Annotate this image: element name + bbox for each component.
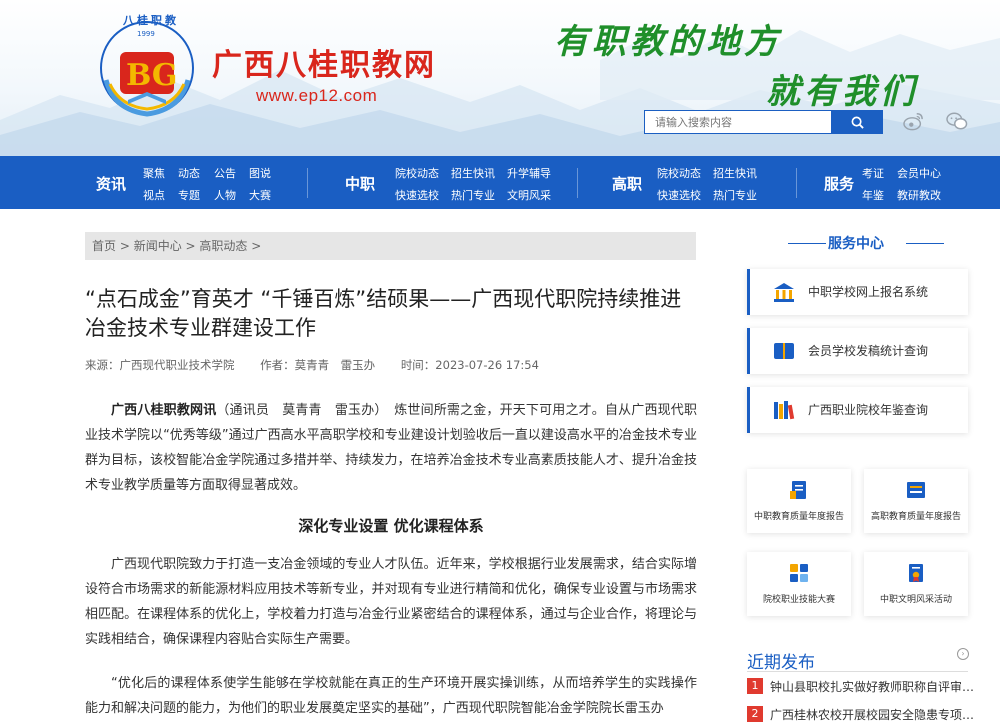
nav-link[interactable]: 图说 [249,165,271,181]
nav-category-secondary[interactable]: 中职 [345,173,375,194]
service-card-enrollment[interactable]: 中职学校网上报名系统 [747,269,968,315]
nav-link[interactable]: 年鉴 [862,187,884,203]
search-input[interactable] [644,110,832,134]
certificate-icon [909,564,923,582]
nav-link[interactable]: 人物 [214,187,236,203]
nav-link[interactable]: 招生快讯 [451,165,495,181]
nav-link[interactable]: 会员中心 [897,165,941,181]
nav-category-higher[interactable]: 高职 [612,173,642,194]
nav-link[interactable]: 教研教改 [897,187,941,203]
more-arrow-icon[interactable]: › [957,648,969,660]
breadcrumb-news-center[interactable]: 新闻中心 [134,239,182,253]
wechat-icon[interactable] [946,111,968,131]
breadcrumb-higher-news[interactable]: 高职动态 [199,239,247,253]
nav-link[interactable]: 专题 [178,187,200,203]
nav-link[interactable]: 招生快讯 [713,165,757,181]
service-label: 会员学校发稿统计查询 [808,344,929,358]
nav-category-news[interactable]: 资讯 [96,173,126,194]
report-icon [790,481,806,499]
lead-source: 广西八桂职教网讯 [111,403,217,418]
main-nav: 资讯 聚焦 动态 公告 图说 视点 专题 人物 大赛 中职 院校动态 招生快讯 … [0,156,1000,209]
nav-link[interactable]: 快速选校 [395,187,439,203]
tile-label: 院校职业技能大赛 [762,595,835,605]
breadcrumb-home[interactable]: 首页 [92,239,116,253]
breadcrumb: 首页 > 新闻中心 > 高职动态 > [85,232,696,260]
recent-list-item[interactable]: 2 广西桂林农校开展校园安全隐患专项排查工作 [747,705,987,723]
title-line [788,243,826,244]
article-paragraph: “优化后的课程体系使学生能够在学校就能在真正的生产环境开展实操训练，从而培养学生… [85,676,697,716]
article-authors: 作者：莫青青 雷玉办 [260,358,376,372]
recent-divider [747,671,968,672]
tile-label: 中职教育质量年度报告 [753,512,844,522]
recent-item-title[interactable]: 钟山县职校扎实做好教师职称自评审核工作 [770,678,982,695]
nav-link[interactable]: 升学辅导 [507,165,551,181]
books-icon [774,401,795,420]
service-label: 中职学校网上报名系统 [808,285,929,299]
tile-higher-quality-report[interactable]: 高职教育质量年度报告 [864,469,968,533]
search-icon [851,116,864,129]
service-card-article-stats[interactable]: 会员学校发稿统计查询 [747,328,968,374]
nav-link[interactable]: 文明风采 [507,187,551,203]
nav-link[interactable]: 热门专业 [713,187,757,203]
nav-separator [577,168,578,198]
recent-item-title[interactable]: 广西桂林农校开展校园安全隐患专项排查工作 [770,706,982,723]
nav-link[interactable]: 动态 [178,165,200,181]
nav-category-service[interactable]: 服务 [824,173,854,194]
site-url[interactable]: www.ep12.com [256,86,377,106]
tile-label: 高职教育质量年度报告 [870,512,961,522]
nav-separator [307,168,308,198]
nav-link[interactable]: 快速选校 [657,187,701,203]
apps-icon [790,564,808,582]
site-header: BG 八桂职教 1999 广西八桂职教网 www.ep12.com 有职教的地方… [0,0,1000,156]
article-meta: 来源：广西现代职业技术学院 作者：莫青青 雷玉办 时间：2023-07-26 1… [85,357,561,373]
service-card-yearbook[interactable]: 广西职业院校年鉴查询 [747,387,968,433]
nav-separator [796,168,797,198]
nav-link[interactable]: 大赛 [249,187,271,203]
article-title: “点石成金”育英才 “千锤百炼”结硕果——广西现代职院持续推进冶金技术专业群建设… [85,287,682,340]
article-source: 来源：广西现代职业技术学院 [85,358,235,372]
service-center-title: 服务中心 [828,236,884,252]
svg-text:BG: BG [126,58,178,93]
recent-rank: 1 [747,678,763,694]
logo-year: 1999 [137,30,155,38]
report-board-icon [907,482,925,498]
search-button[interactable] [832,110,883,134]
tile-civilization-activity[interactable]: 中职文明风采活动 [864,552,968,616]
tile-secondary-quality-report[interactable]: 中职教育质量年度报告 [747,469,851,533]
nav-link[interactable]: 考证 [862,165,884,181]
logo-arc-text: 八桂职教 [123,14,179,27]
tile-label: 中职文明风采活动 [879,595,952,605]
weibo-icon[interactable] [903,111,925,131]
slogan-line2: 就有我们 [766,72,918,112]
article-paragraph: 广西八桂职教网讯（通讯员 莫青青 雷玉办） 炼世间所需之金，开天下可用之才。自从… [85,398,697,498]
site-name[interactable]: 广西八桂职教网 [212,40,436,84]
nav-link[interactable]: 视点 [143,187,165,203]
nav-link[interactable]: 院校动态 [395,165,439,181]
service-label: 广西职业院校年鉴查询 [808,403,929,417]
nav-link[interactable]: 公告 [214,165,236,181]
service-center-header: 服务中心 [788,233,948,253]
nav-link[interactable]: 热门专业 [451,187,495,203]
article-time: 时间：2023-07-26 17:54 [400,358,539,372]
nav-link[interactable]: 聚焦 [143,165,165,181]
article-paragraph: 广西现代职院致力于打造一支冶金领域的专业人才队伍。近年来，学校根据行业发展需求，… [85,557,697,647]
title-line [906,243,944,244]
recent-rank: 2 [747,706,763,722]
tile-skills-competition[interactable]: 院校职业技能大赛 [747,552,851,616]
recent-title: 近期发布 [747,653,815,673]
book-icon [774,343,794,359]
section-heading: 深化专业设置 优化课程体系 [298,517,484,535]
slogan-line1: 有职教的地方 [554,22,782,62]
recent-list-item[interactable]: 1 钟山县职校扎实做好教师职称自评审核工作 [747,677,987,695]
nav-link[interactable]: 院校动态 [657,165,701,181]
building-icon [774,283,794,302]
